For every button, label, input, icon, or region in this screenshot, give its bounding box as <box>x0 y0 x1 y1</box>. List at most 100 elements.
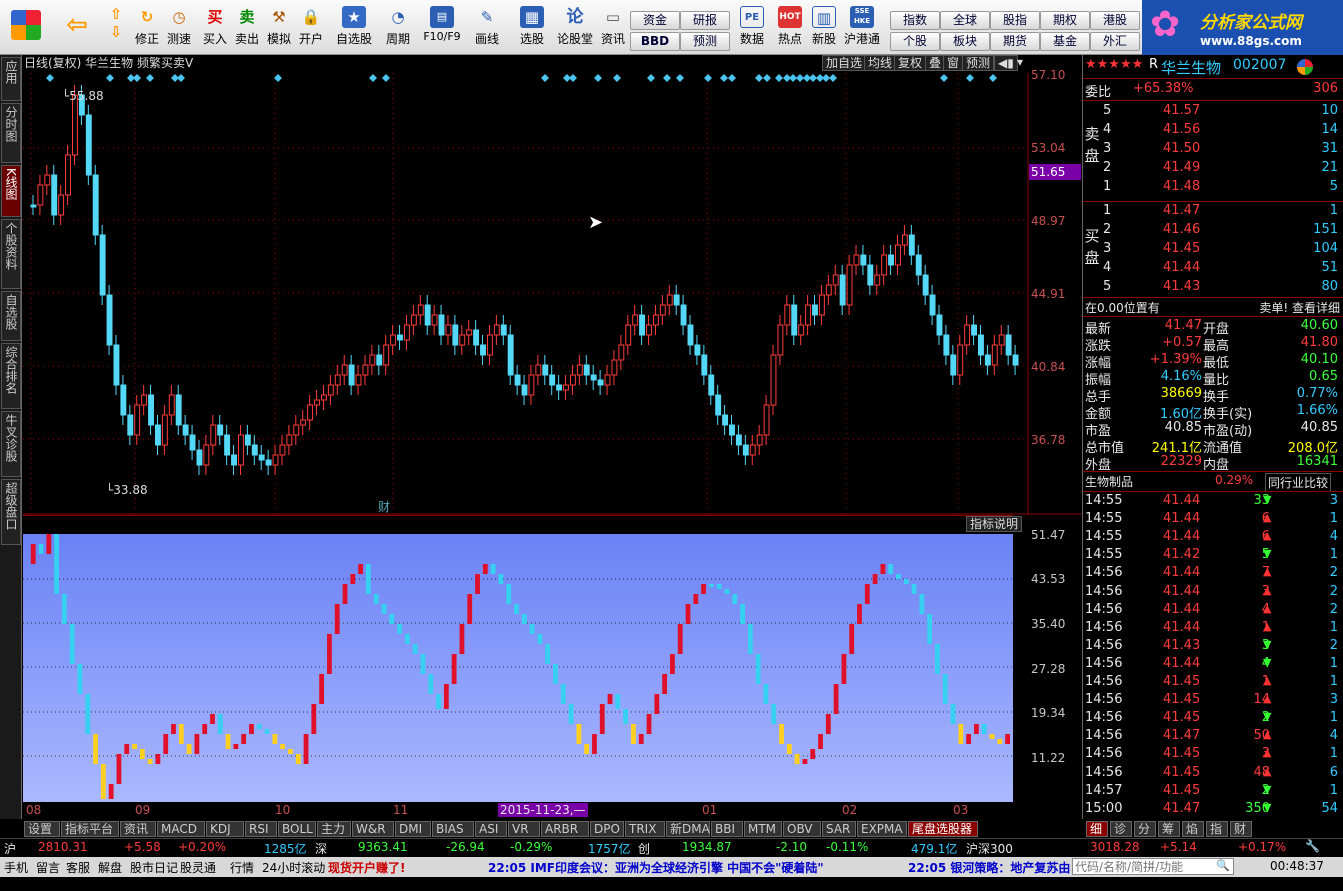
news-button[interactable]: ▭ 资讯 <box>598 4 628 52</box>
ticker-link[interactable]: 客服 <box>66 859 90 876</box>
forecast-button[interactable]: 预测 <box>680 32 730 51</box>
speed-test-button[interactable]: ◷ 测速 <box>164 4 194 52</box>
position-detail-link[interactable]: 卖单! 查看详细 <box>1259 299 1340 316</box>
tab-stock-profile[interactable]: 个股资料 <box>1 219 21 289</box>
new-stock-button[interactable]: ▥ 新股 <box>808 4 840 52</box>
ask-row[interactable]: 5 41.57 10 <box>1083 103 1343 121</box>
research-button[interactable]: 研报 <box>680 11 730 30</box>
indicator-tab[interactable]: BIAS <box>432 821 474 837</box>
ask-row[interactable]: 1 41.48 5 <box>1083 179 1343 197</box>
ticker-link[interactable]: 解盘 <box>98 859 122 876</box>
ticker-link[interactable]: 24小时滚动 <box>262 859 325 876</box>
search-box[interactable]: 🔍 <box>1072 858 1234 875</box>
financial-marker[interactable]: 财 <box>378 498 390 515</box>
indicator-tab[interactable]: OBV <box>783 821 821 837</box>
open-account-button[interactable]: 🔒 开户 <box>296 4 326 52</box>
ticker-link[interactable]: 股灵通 <box>180 859 216 876</box>
tab-apps[interactable]: 应用 <box>1 57 21 101</box>
ticker-link[interactable]: 行情 <box>230 859 254 876</box>
cy-index[interactable]: 1934.87 <box>682 840 732 854</box>
indicator-tab[interactable]: ASI <box>475 821 507 837</box>
industry-compare-button[interactable]: 同行业比较 <box>1265 473 1332 492</box>
tab-kline[interactable]: K线图 <box>1 165 21 217</box>
indicator-panel[interactable] <box>23 534 1013 802</box>
ticker-news-1[interactable]: 现货开户赚了! <box>328 859 405 876</box>
candlestick-chart[interactable] <box>23 55 1081 515</box>
start-menu-button[interactable] <box>6 4 46 52</box>
bid-row[interactable]: 2 41.46 151 <box>1083 222 1343 240</box>
ticker-news-3[interactable]: 22:05 银河策略：地产复苏由 <box>908 859 1072 876</box>
sell-button[interactable]: 卖卖出 <box>232 4 262 52</box>
bid-row[interactable]: 4 41.44 51 <box>1083 260 1343 278</box>
quote-view-tab[interactable]: 筹 <box>1158 821 1180 837</box>
hs300-index[interactable]: 3018.28 <box>1090 840 1140 854</box>
bid-row[interactable]: 3 41.45 104 <box>1083 241 1343 259</box>
data-button[interactable]: PE 数据 <box>734 4 770 52</box>
back-button[interactable]: ⇦ <box>58 4 96 52</box>
indicator-tab[interactable]: BOLL <box>278 821 316 837</box>
sector-button[interactable]: 板块 <box>940 32 990 51</box>
watchlist-button[interactable]: ★ 自选股 <box>334 4 374 52</box>
quote-view-tab[interactable]: 焰 <box>1182 821 1204 837</box>
wrench-icon[interactable]: 🔧 <box>1305 839 1320 853</box>
draw-line-button[interactable]: ✎ 画线 <box>468 4 506 52</box>
quote-view-tab[interactable]: 财 <box>1230 821 1252 837</box>
stock-index-button[interactable]: 股指 <box>990 11 1040 30</box>
single-stock-button[interactable]: 个股 <box>890 32 940 51</box>
pie-icon[interactable] <box>1297 59 1313 75</box>
quote-view-tab[interactable]: 分 <box>1134 821 1156 837</box>
sh-hk-connect-button[interactable]: SSE HKE 沪港通 <box>842 4 882 52</box>
bbd-button[interactable]: BBD <box>630 32 680 51</box>
indicator-tab[interactable]: VR <box>508 821 540 837</box>
period-button[interactable]: ◔ 周期 <box>378 4 418 52</box>
stock-name[interactable]: 华兰生物 <box>1161 57 1221 78</box>
fix-button[interactable]: ↻ 修正 <box>132 4 162 52</box>
indicator-tab[interactable]: 指标平台 <box>61 821 119 837</box>
indicator-tab[interactable]: W&R <box>352 821 394 837</box>
stock-select-button[interactable]: ▦ 选股 <box>512 4 552 52</box>
indicator-tab[interactable]: MACD <box>157 821 205 837</box>
ticker-news-2[interactable]: 22:05 IMF印度会议：亚洲为全球经济引擎 中国不会"硬着陆" <box>488 859 824 876</box>
tab-super-panel[interactable]: 超级盘口 <box>1 479 21 545</box>
tab-ranking[interactable]: 综合排名 <box>1 343 21 409</box>
hk-stock-button[interactable]: 港股 <box>1090 11 1140 30</box>
bid-row[interactable]: 5 41.43 80 <box>1083 279 1343 297</box>
page-up-down-button[interactable]: ⇧ ⇩ <box>102 4 130 52</box>
tab-watchlist[interactable]: 自选股 <box>1 291 21 341</box>
indicator-tab[interactable]: SAR <box>822 821 856 837</box>
tab-diagnosis[interactable]: 牛叉诊股 <box>1 411 21 477</box>
quote-view-tab[interactable]: 细 <box>1086 821 1108 837</box>
ticker-link[interactable]: 股市日记 <box>130 859 178 876</box>
futures-button[interactable]: 期货 <box>990 32 1040 51</box>
indicator-tab[interactable]: TRIX <box>625 821 665 837</box>
bid-row[interactable]: 1 41.47 1 <box>1083 203 1343 221</box>
ask-row[interactable]: 4 41.56 14 <box>1083 122 1343 140</box>
sz-index[interactable]: 9363.41 <box>358 840 408 854</box>
indicator-tab[interactable]: MTM <box>744 821 782 837</box>
quote-view-tab[interactable]: 诊 <box>1110 821 1132 837</box>
forex-button[interactable]: 外汇 <box>1090 32 1140 51</box>
fund-flow-button[interactable]: 资金 <box>630 11 680 30</box>
ticker-link[interactable]: 留言 <box>36 859 60 876</box>
indicator-tab[interactable]: RSI <box>245 821 277 837</box>
indicator-tab[interactable]: 新DMA <box>666 821 710 837</box>
indicator-tab[interactable]: ARBR <box>541 821 589 837</box>
forum-button[interactable]: 论论股堂 <box>556 4 594 52</box>
search-input[interactable] <box>1073 859 1213 874</box>
index-button[interactable]: 指数 <box>890 11 940 30</box>
indicator-tab[interactable]: EXPMA <box>857 821 907 837</box>
indicator-help-button[interactable]: 指标说明 <box>966 516 1023 532</box>
ticker-link[interactable]: 手机 <box>4 859 28 876</box>
indicator-tab[interactable]: 主力 <box>317 821 351 837</box>
indicator-tab[interactable]: 设置 <box>24 821 60 837</box>
indicator-tab[interactable]: KDJ <box>206 821 244 837</box>
indicator-tab[interactable]: 尾盘选股器 <box>908 821 978 837</box>
ask-row[interactable]: 3 41.50 31 <box>1083 141 1343 159</box>
indicator-tab[interactable]: DMI <box>395 821 431 837</box>
fund-button[interactable]: 基金 <box>1040 32 1090 51</box>
tab-timeshare[interactable]: 分时图 <box>1 103 21 163</box>
options-button[interactable]: 期权 <box>1040 11 1090 30</box>
global-button[interactable]: 全球 <box>940 11 990 30</box>
indicator-tab[interactable]: BBI <box>711 821 743 837</box>
simulate-button[interactable]: ⚒ 模拟 <box>264 4 294 52</box>
